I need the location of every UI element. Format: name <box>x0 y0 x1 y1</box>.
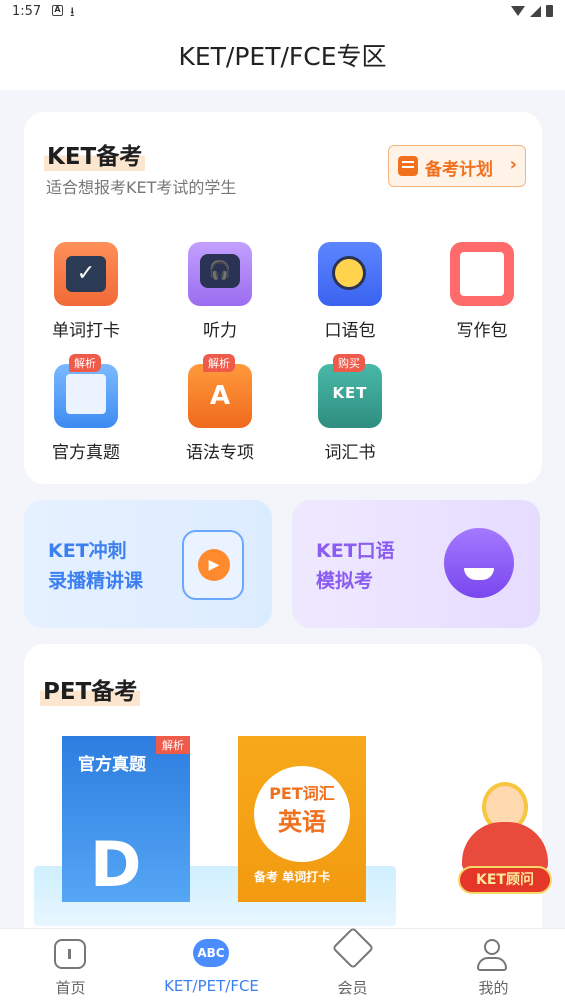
book-letter: D <box>90 828 142 901</box>
signal-icon <box>530 6 541 17</box>
analysis-badge: 解析 <box>69 354 101 372</box>
pet-section-title: PET备考 <box>40 672 141 706</box>
grid-item-vocab-book[interactable]: 购买 词汇书 <box>290 354 410 476</box>
title-bar: KET/PET/FCE专区 <box>0 24 565 90</box>
diamond-icon <box>331 926 375 970</box>
notification-a-icon: A <box>52 5 63 16</box>
tab-label: KET/PET/FCE <box>164 977 259 995</box>
tab-membership[interactable]: 会员 <box>282 926 423 1004</box>
page-title: KET/PET/FCE专区 <box>178 42 387 71</box>
battery-icon <box>546 5 553 17</box>
advisor-figure <box>462 822 548 872</box>
tv-play-icon <box>182 530 244 600</box>
abc-icon: ABC <box>193 939 229 967</box>
ket-speaking-mock-banner[interactable]: KET口语 模拟考 <box>292 500 540 628</box>
profile-icon <box>477 939 507 971</box>
ket-section-card: KET备考 适合想报考KET考试的学生 备考计划 › 单词打卡 听力 口语包 写… <box>24 112 542 484</box>
grid-item-past-papers[interactable]: 解析 官方真题 <box>26 354 146 476</box>
analysis-badge: 解析 <box>156 736 190 754</box>
wifi-icon <box>511 6 525 16</box>
advisor-label: KET顾问 <box>458 866 552 894</box>
tab-ket-pet-fce[interactable]: ABC KET/PET/FCE <box>141 929 282 1004</box>
home-icon <box>54 939 86 969</box>
grid-item-word-checkin[interactable]: 单词打卡 <box>26 242 146 354</box>
grid-item-label: 官方真题 <box>52 443 120 463</box>
status-time: 1:57 <box>12 4 42 19</box>
chevron-right-icon: › <box>509 154 517 175</box>
bottom-tab-bar: 首页 ABC KET/PET/FCE 会员 我的 <box>0 926 565 1004</box>
grid-item-label: 单词打卡 <box>52 321 120 341</box>
notepad-pencil-icon <box>450 242 514 306</box>
study-plan-label: 备考计划 <box>425 160 493 180</box>
tab-label: 首页 <box>55 979 86 997</box>
grid-item-label: 口语包 <box>324 321 376 341</box>
tab-mine[interactable]: 我的 <box>423 929 564 1004</box>
grid-item-label: 听力 <box>203 321 237 341</box>
ket-section-title: KET备考 <box>44 137 146 171</box>
plan-list-icon <box>398 156 418 176</box>
grid-item-grammar[interactable]: 解析 语法专项 <box>160 354 280 476</box>
grammar-book-icon <box>188 364 252 428</box>
ket-book-icon <box>318 364 382 428</box>
status-bar: 1:57 A ⭳ <box>0 0 565 24</box>
book-title: 英语 <box>278 808 326 836</box>
buy-badge: 购买 <box>333 354 365 372</box>
calendar-check-icon <box>54 242 118 306</box>
open-book-icon <box>54 364 118 428</box>
download-icon: ⭳ <box>70 5 75 20</box>
headphones-icon <box>188 242 252 306</box>
ket-advisor-button[interactable]: KET顾问 <box>456 782 552 900</box>
pet-past-papers-book[interactable]: 官方真题 D 解析 <box>62 736 190 902</box>
ket-sprint-course-banner[interactable]: KET冲刺 录播精讲课 <box>24 500 272 628</box>
pet-vocab-book[interactable]: PET词汇 英语 备考 单词打卡 <box>238 736 366 902</box>
banner-line2: 模拟考 <box>316 570 374 592</box>
tab-label: 我的 <box>478 979 509 997</box>
tab-label: 会员 <box>337 979 368 997</box>
grid-item-writing[interactable]: 写作包 <box>422 242 542 354</box>
book-footer: 备考 单词打卡 <box>254 870 331 884</box>
analysis-badge: 解析 <box>203 354 235 372</box>
grid-item-label: 语法专项 <box>186 443 254 463</box>
grid-item-speaking[interactable]: 口语包 <box>290 242 410 354</box>
ket-section-subtitle: 适合想报考KET考试的学生 <box>46 178 237 197</box>
study-plan-button[interactable]: 备考计划 › <box>388 145 526 187</box>
banner-line1: KET口语 <box>316 540 395 562</box>
grid-item-label: 写作包 <box>456 321 508 341</box>
banner-line2: 录播精讲课 <box>48 570 144 592</box>
banner-text: KET冲刺 录播精讲课 <box>48 536 143 596</box>
banner-text: KET口语 模拟考 <box>316 536 395 596</box>
grid-item-label: 词汇书 <box>324 443 376 463</box>
grid-item-listening[interactable]: 听力 <box>160 242 280 354</box>
winking-face-icon <box>444 528 514 598</box>
tab-home[interactable]: 首页 <box>0 929 141 1004</box>
speaking-face-icon <box>318 242 382 306</box>
book-subtitle: PET词汇 <box>269 784 335 803</box>
book-title: 官方真题 <box>78 755 146 775</box>
banner-line1: KET冲刺 <box>48 540 127 562</box>
